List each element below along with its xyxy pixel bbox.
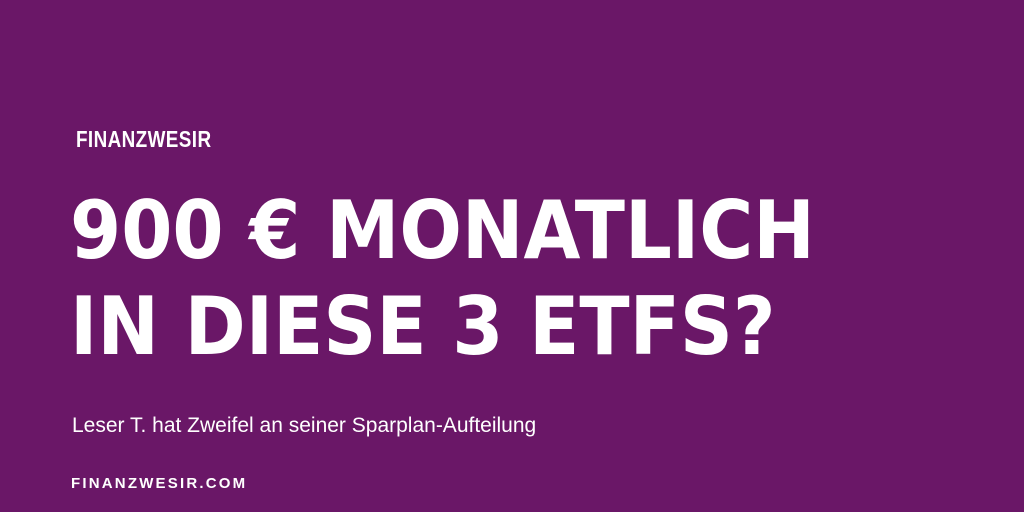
headline-line-1: 900 € MONATLICH <box>70 184 815 277</box>
brand-name: FINANZWESIR <box>76 126 212 152</box>
site-url: FINANZWESIR.COM <box>71 475 248 492</box>
headline-line-2: IN DIESE 3 ETFS? <box>70 280 776 373</box>
article-banner: FINANZWESIR 900 € MONATLICH IN DIESE 3 E… <box>0 0 1024 512</box>
headline: 900 € MONATLICH IN DIESE 3 ETFS? <box>70 183 1010 375</box>
subtitle: Leser T. hat Zweifel an seiner Sparplan-… <box>72 414 537 437</box>
